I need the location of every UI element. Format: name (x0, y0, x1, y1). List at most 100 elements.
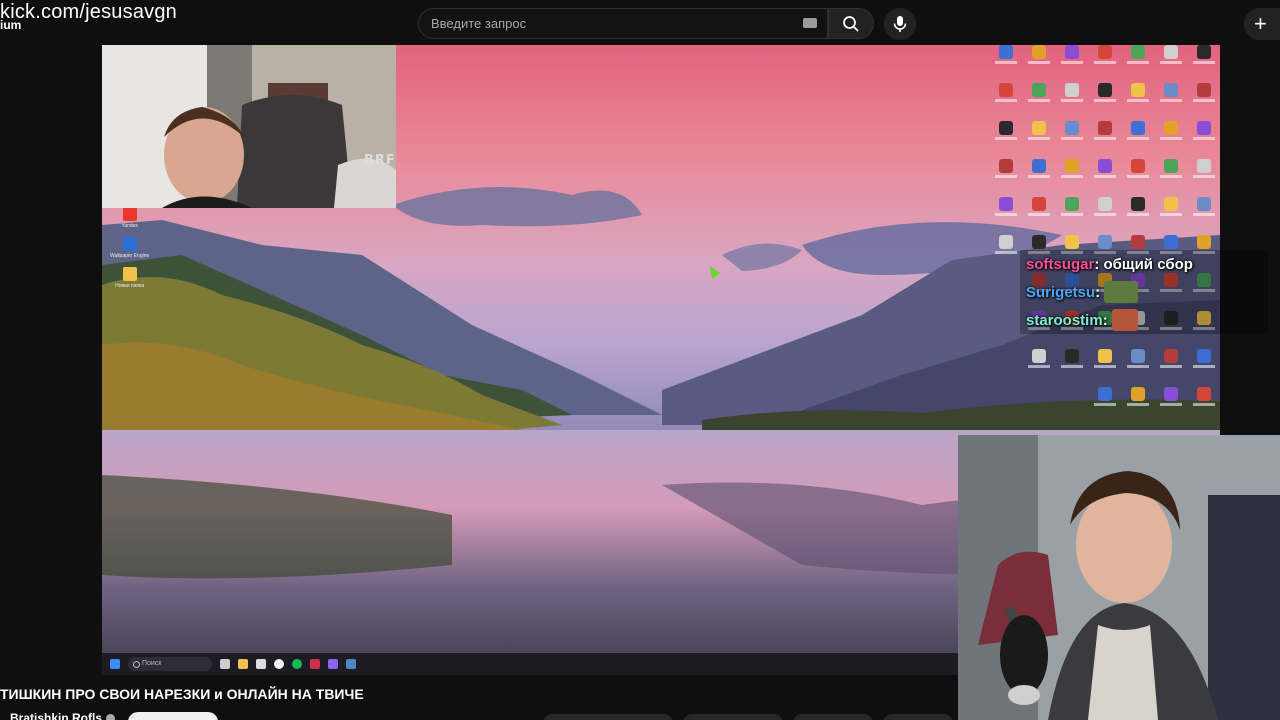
desktop-app-icon[interactable] (1089, 387, 1121, 425)
desktop-app-icon[interactable] (990, 159, 1022, 197)
spotify-icon[interactable] (292, 659, 302, 669)
channel-name-text[interactable]: Bratishkin Rofls (10, 711, 102, 720)
desktop-app-icon[interactable] (990, 197, 1022, 235)
search-button[interactable] (828, 8, 874, 39)
desktop-app-icon[interactable] (1056, 83, 1088, 121)
file-explorer-icon[interactable] (238, 659, 248, 669)
desktop-app-icon[interactable] (1122, 349, 1154, 387)
desktop-app-icon[interactable] (1188, 121, 1220, 159)
create-button[interactable]: + (1244, 8, 1280, 40)
channel-name[interactable]: Bratishkin Rofls (10, 711, 116, 720)
desktop-app-icon[interactable] (1122, 121, 1154, 159)
desktop-icon[interactable]: Новая папка (110, 267, 149, 289)
desktop-app-icon[interactable] (1122, 45, 1154, 83)
desktop-app-icon[interactable] (1122, 159, 1154, 197)
app-icon-label (1127, 213, 1149, 216)
app-icon (1131, 45, 1145, 59)
desktop-app-icon[interactable] (1155, 159, 1187, 197)
desktop-app-icon[interactable] (990, 311, 1022, 349)
app-icon[interactable] (310, 659, 320, 669)
desktop-app-icon[interactable] (1089, 159, 1121, 197)
desktop-app-icon[interactable] (1122, 387, 1154, 425)
desktop-app-icon[interactable] (1023, 83, 1055, 121)
desktop-app-icon[interactable] (1023, 349, 1055, 387)
desktop-app-icon[interactable] (1188, 83, 1220, 121)
desktop-app-icon[interactable] (1023, 45, 1055, 83)
desktop-app-icon[interactable] (1155, 387, 1187, 425)
yandex-browser-icon[interactable] (274, 659, 284, 669)
site-logo-text[interactable]: ium (0, 18, 21, 32)
desktop-app-icon[interactable] (1188, 197, 1220, 235)
desktop-app-icon[interactable] (1023, 387, 1055, 425)
desktop-app-icon[interactable] (1089, 349, 1121, 387)
keyboard-icon[interactable] (803, 18, 817, 28)
more-actions-button[interactable] (883, 714, 953, 720)
app-icon-label (1193, 213, 1215, 216)
desktop-app-icon[interactable] (1155, 197, 1187, 235)
desktop-app-icon[interactable] (1056, 121, 1088, 159)
app-icon (999, 121, 1013, 135)
desktop-app-icon[interactable] (1056, 45, 1088, 83)
app-icon-label (1094, 137, 1116, 140)
start-icon[interactable] (110, 659, 120, 669)
app-icon (1164, 197, 1178, 211)
app-icon (1065, 235, 1079, 249)
app-icon (1065, 159, 1079, 173)
desktop-app-icon[interactable] (1023, 121, 1055, 159)
desktop-app-icon[interactable] (1188, 45, 1220, 83)
desktop-app-icon[interactable] (990, 235, 1022, 273)
desktop-app-icon[interactable] (1188, 349, 1220, 387)
download-button[interactable] (793, 714, 873, 720)
app-icon (999, 159, 1013, 173)
search-input[interactable]: Введите запрос (431, 16, 526, 31)
desktop-app-icon[interactable] (1089, 197, 1121, 235)
desktop-app-icon[interactable] (1056, 159, 1088, 197)
webcam-streamer-2 (958, 435, 1280, 720)
app-icon (1032, 197, 1046, 211)
task-view-icon[interactable] (220, 659, 230, 669)
desktop-app-icon[interactable] (1122, 197, 1154, 235)
yandex-icon (122, 207, 137, 221)
desktop-app-icon[interactable] (1188, 159, 1220, 197)
desktop-app-icon[interactable] (1155, 121, 1187, 159)
desktop-app-icon[interactable] (1188, 387, 1220, 425)
desktop-app-icon[interactable] (990, 273, 1022, 311)
desktop-app-icon[interactable] (1155, 349, 1187, 387)
desktop-app-icon[interactable] (1023, 159, 1055, 197)
mic-icon (893, 16, 907, 32)
app-icon-label (1193, 99, 1215, 102)
desktop-app-icon[interactable] (1056, 197, 1088, 235)
steam-icon[interactable] (346, 659, 356, 669)
like-dislike-button[interactable] (543, 714, 673, 720)
store-icon[interactable] (256, 659, 266, 669)
desktop-app-icon[interactable] (1089, 83, 1121, 121)
desktop-app-icon[interactable] (990, 121, 1022, 159)
desktop-app-icon[interactable] (1155, 45, 1187, 83)
desktop-app-icon[interactable] (1155, 83, 1187, 121)
app-icon (1065, 349, 1079, 363)
search-box[interactable]: Введите запрос (418, 8, 828, 39)
desktop-icon-label: Wallpaper Engine (110, 253, 150, 259)
desktop-app-icon[interactable] (1122, 83, 1154, 121)
webcam-2-image (958, 435, 1280, 720)
discord-icon[interactable] (328, 659, 338, 669)
app-icon-label (1160, 61, 1182, 64)
share-button[interactable] (683, 714, 783, 720)
voice-search-button[interactable] (884, 8, 916, 40)
app-icon (1098, 197, 1112, 211)
desktop-app-icon[interactable] (1056, 349, 1088, 387)
desktop-app-icon[interactable] (1023, 197, 1055, 235)
desktop-app-icon[interactable] (1089, 121, 1121, 159)
desktop-app-icon[interactable] (990, 45, 1022, 83)
subscribe-button[interactable] (128, 712, 218, 720)
desktop-app-icon[interactable] (1056, 387, 1088, 425)
desktop-app-icon[interactable] (1089, 45, 1121, 83)
app-icon (1131, 387, 1145, 401)
desktop-icon[interactable]: Yandex (110, 207, 149, 229)
desktop-app-icon[interactable] (990, 387, 1022, 425)
desktop-app-icon[interactable] (990, 83, 1022, 121)
desktop-app-icon[interactable] (990, 349, 1022, 387)
desktop-icon[interactable]: Wallpaper Engine (110, 237, 149, 259)
taskbar-search[interactable]: Поиск (128, 657, 212, 671)
app-icon-label (1127, 137, 1149, 140)
